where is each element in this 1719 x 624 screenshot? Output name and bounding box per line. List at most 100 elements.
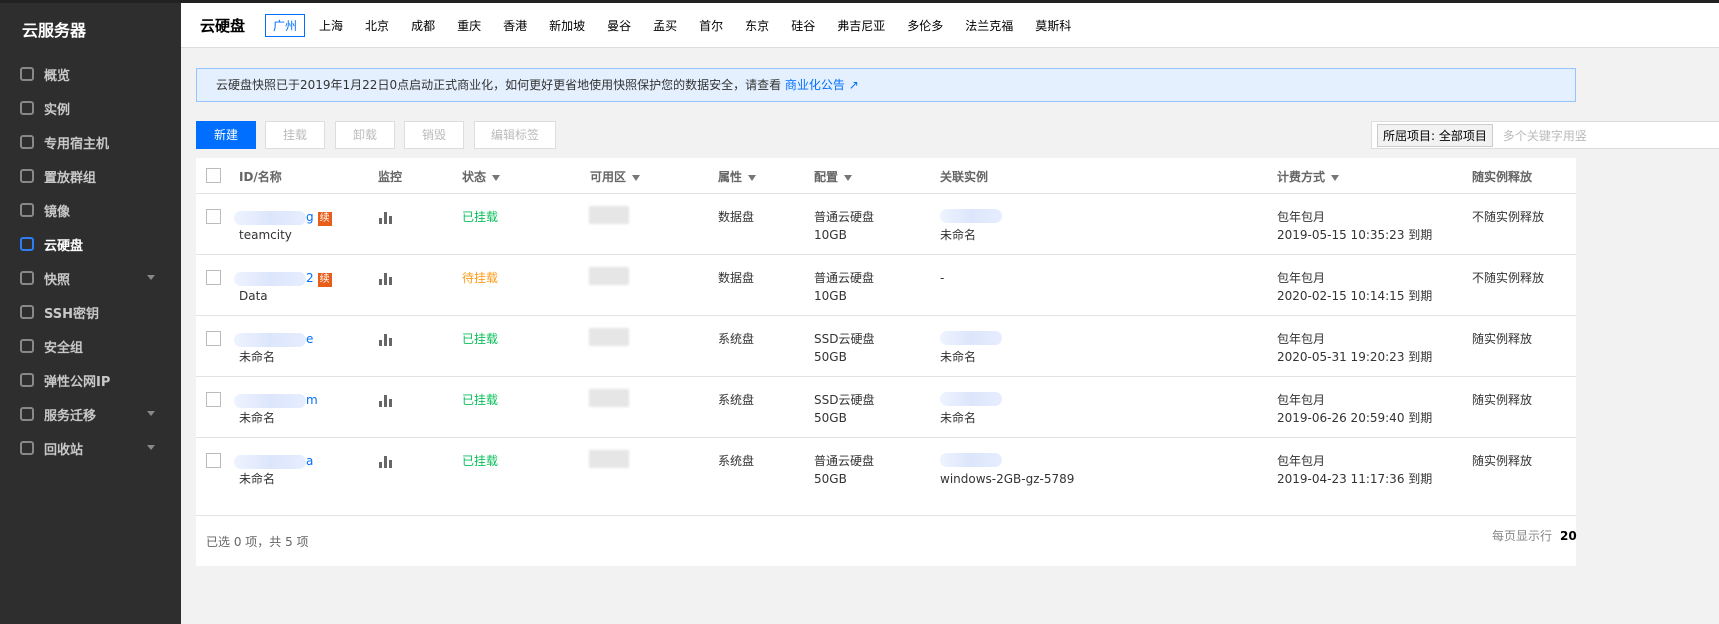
col-billing[interactable]: 计费方式 <box>1277 168 1340 186</box>
row-checkbox[interactable] <box>206 209 221 224</box>
sidebar-item[interactable]: SSH密钥 <box>0 295 181 329</box>
project-select[interactable]: 所屈项目: 全部项目 <box>1377 123 1493 147</box>
filter-bar: 所屈项目: 全部项目 多个关键字用竖 <box>1371 121 1719 149</box>
region-tab[interactable]: 曼谷 <box>599 14 639 37</box>
new-button[interactable]: 新建 <box>196 121 256 149</box>
notice-link[interactable]: 商业化公告 <box>785 78 845 92</box>
disk-size: 50GB <box>814 411 847 425</box>
region-tab[interactable]: 成都 <box>403 14 443 37</box>
region-tab[interactable]: 北京 <box>357 14 397 37</box>
region-tab[interactable]: 上海 <box>311 14 351 37</box>
monitor-icon[interactable] <box>379 211 392 229</box>
instance-name[interactable]: 未命名 <box>940 348 976 366</box>
sidebar-item[interactable]: 概览 <box>0 57 181 91</box>
disk-type: 普通云硬盘 <box>814 210 875 224</box>
monitor-icon[interactable] <box>379 455 392 473</box>
sidebar-item[interactable]: 镜像 <box>0 193 181 227</box>
col-status[interactable]: 状态 <box>462 168 501 186</box>
sidebar-item[interactable]: 回收站 <box>0 431 181 465</box>
region-tab[interactable]: 东京 <box>737 14 777 37</box>
disk-id-link[interactable]: a <box>234 452 313 470</box>
notice-text: 云硬盘快照已于2019年1月22日0点启动正式商业化，如何更好更省地使用快照保护… <box>216 78 782 92</box>
renew-badge[interactable]: 续 <box>317 273 332 287</box>
sidebar-item-label: 服务迁移 <box>44 408 97 424</box>
disk-type: SSD云硬盘 <box>814 393 875 407</box>
redacted-instance-id[interactable] <box>940 450 1002 468</box>
disk-id-link[interactable]: g续 <box>234 208 332 226</box>
filter-icon[interactable] <box>492 174 501 181</box>
monitor-icon[interactable] <box>379 272 392 290</box>
disk-name: Data <box>239 289 268 303</box>
col-zone[interactable]: 可用区 <box>590 168 641 186</box>
table-row: e 未命名 已挂载 系统盘 SSD云硬盘 50GB 未命名 包年包月 2020-… <box>196 316 1576 377</box>
disk-id-link[interactable]: m <box>234 391 318 409</box>
col-attr[interactable]: 属性 <box>718 168 757 186</box>
redacted-instance-id[interactable] <box>940 206 1002 224</box>
region-tab[interactable]: 新加坡 <box>541 14 593 37</box>
sidebar-item[interactable]: 专用宿主机 <box>0 125 181 159</box>
disk-id-link[interactable]: e <box>234 330 313 348</box>
sidebar-item[interactable]: 快照 <box>0 261 181 295</box>
col-release: 随实例释放 <box>1472 170 1533 184</box>
region-tab[interactable]: 重庆 <box>449 14 489 37</box>
edit-tags-button[interactable]: 编辑标签 <box>474 121 556 149</box>
filter-icon[interactable] <box>844 174 853 181</box>
disk-id-link[interactable]: 2续 <box>234 269 332 287</box>
row-checkbox[interactable] <box>206 331 221 346</box>
attr-text: 系统盘 <box>718 454 755 468</box>
region-tab[interactable]: 法兰克福 <box>957 14 1021 37</box>
attr-text: 数据盘 <box>718 271 755 285</box>
status-text: 已挂载 <box>462 210 499 224</box>
filter-icon[interactable] <box>748 174 757 181</box>
sidebar-item-label: 置放群组 <box>44 170 97 186</box>
region-tab[interactable]: 多伦多 <box>899 14 951 37</box>
snapshot-icon <box>20 271 34 285</box>
sidebar-item[interactable]: 安全组 <box>0 329 181 363</box>
col-config[interactable]: 配置 <box>814 168 853 186</box>
monitor-icon[interactable] <box>379 333 392 351</box>
region-tab[interactable]: 首尔 <box>691 14 731 37</box>
redacted-instance-id[interactable] <box>940 328 1002 346</box>
region-tab[interactable]: 孟买 <box>645 14 685 37</box>
destroy-button[interactable]: 销毁 <box>404 121 464 149</box>
instance-name[interactable]: windows-2GB-gz-5789 <box>940 470 1074 488</box>
disk-icon <box>20 237 34 251</box>
monitor-icon[interactable] <box>379 394 392 412</box>
instance-name[interactable]: 未命名 <box>940 409 976 427</box>
table-row: 2续 Data 待挂载 数据盘 普通云硬盘 10GB - 包年包月 2020-0… <box>196 255 1576 316</box>
col-monitor: 监控 <box>378 170 403 184</box>
search-input[interactable]: 多个关键字用竖 <box>1503 127 1587 144</box>
region-tab[interactable]: 弗吉尼亚 <box>829 14 893 37</box>
col-instance: 关联实例 <box>940 170 989 184</box>
instance-name[interactable]: 未命名 <box>940 226 976 244</box>
select-all-checkbox[interactable] <box>206 168 221 183</box>
header: 云硬盘 广州 上海 北京 成都 重庆 香港 新加坡 曼谷 孟买 首尔 东京 硅谷 弗吉尼亚 多伦多 法兰克福… <box>181 3 1719 48</box>
renew-badge[interactable]: 续 <box>317 212 332 226</box>
filter-icon[interactable] <box>632 174 641 181</box>
page-size-select[interactable]: 20 <box>1560 527 1577 545</box>
attach-button[interactable]: 挂载 <box>265 121 325 149</box>
sidebar-item[interactable]: 服务迁移 <box>0 397 181 431</box>
detach-button[interactable]: 卸载 <box>335 121 395 149</box>
release-text: 随实例释放 <box>1472 454 1533 468</box>
billing-type: 包年包月 <box>1277 393 1326 407</box>
migrate-icon <box>20 407 34 421</box>
disk-type: SSD云硬盘 <box>814 332 875 346</box>
selection-summary: 已选 0 项，共 5 项 <box>206 535 309 549</box>
instance-name: - <box>940 271 945 285</box>
sidebar-item[interactable]: 云硬盘 <box>0 227 181 261</box>
sidebar-item[interactable]: 实例 <box>0 91 181 125</box>
row-checkbox[interactable] <box>206 392 221 407</box>
region-tab[interactable]: 硅谷 <box>783 14 823 37</box>
row-checkbox[interactable] <box>206 453 221 468</box>
sidebar-item[interactable]: 置放群组 <box>0 159 181 193</box>
host-icon <box>20 135 34 149</box>
redacted-instance-id[interactable] <box>940 389 1002 407</box>
region-tab[interactable]: 广州 <box>265 13 306 37</box>
sidebar-item[interactable]: 弹性公网IP <box>0 363 181 397</box>
filter-icon[interactable] <box>1331 174 1340 181</box>
row-checkbox[interactable] <box>206 270 221 285</box>
external-link-icon: ↗ <box>848 78 859 92</box>
region-tab[interactable]: 莫斯科 <box>1027 14 1079 37</box>
region-tab[interactable]: 香港 <box>495 14 535 37</box>
